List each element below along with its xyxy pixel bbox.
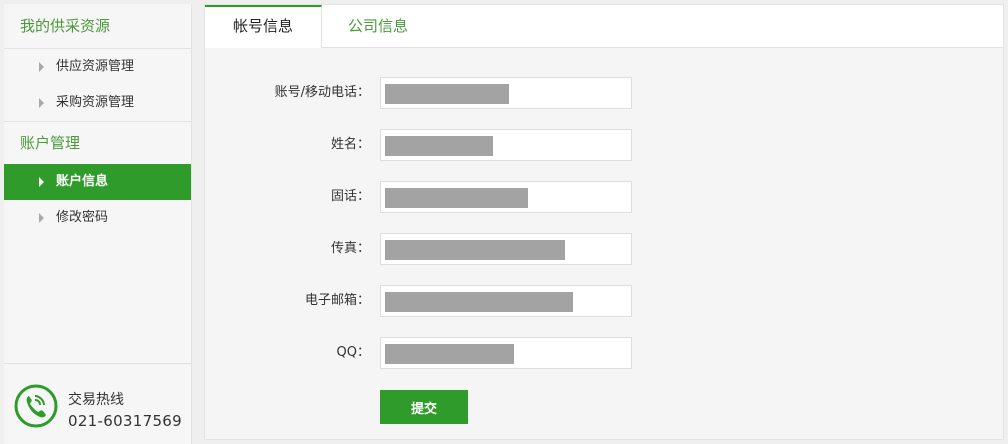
field-label-name: 姓名： bbox=[330, 137, 370, 152]
form-row-account: 账号/移动电话： bbox=[205, 77, 1005, 109]
sidebar-item-label: 账户信息 bbox=[56, 174, 109, 189]
redacted-value bbox=[385, 240, 565, 260]
hotline-number: 021-60317569 bbox=[68, 412, 182, 430]
form-row-email: 电子邮箱： bbox=[205, 285, 1005, 317]
triangle-right-icon bbox=[39, 98, 44, 108]
name-input[interactable] bbox=[380, 129, 632, 161]
sidebar-item-account-info[interactable]: 账户信息 bbox=[4, 164, 191, 200]
tab-bar: 帐号信息 公司信息 bbox=[205, 5, 1003, 48]
field-label-email: 电子邮箱： bbox=[304, 293, 370, 308]
tab-account-info[interactable]: 帐号信息 bbox=[205, 5, 322, 48]
form-row-qq: QQ： bbox=[205, 337, 1005, 369]
triangle-right-icon bbox=[39, 177, 44, 187]
landline-input[interactable] bbox=[380, 181, 632, 213]
email-input[interactable] bbox=[380, 285, 632, 317]
field-label-account: 账号/移动电话： bbox=[274, 85, 370, 100]
sidebar-item-purchase-resources[interactable]: 采购资源管理 bbox=[4, 85, 191, 122]
redacted-value bbox=[385, 136, 493, 156]
redacted-value bbox=[385, 344, 514, 364]
form-row-name: 姓名： bbox=[205, 129, 1005, 161]
account-phone-input[interactable] bbox=[380, 77, 632, 109]
sidebar: 我的供采资源 供应资源管理 采购资源管理 账户管理 账户信息 修改密码 交易热线… bbox=[4, 4, 192, 444]
form-row-landline: 固话： bbox=[205, 181, 1005, 213]
redacted-value bbox=[385, 292, 573, 312]
redacted-value bbox=[385, 188, 528, 208]
field-label-fax: 传真： bbox=[330, 241, 370, 256]
fax-input[interactable] bbox=[380, 233, 632, 265]
sidebar-item-supply-resources[interactable]: 供应资源管理 bbox=[4, 49, 191, 85]
sidebar-section-resources-title: 我的供采资源 bbox=[4, 4, 191, 49]
form-row-fax: 传真： bbox=[205, 233, 1005, 265]
sidebar-item-label: 修改密码 bbox=[56, 210, 109, 225]
sidebar-item-change-password[interactable]: 修改密码 bbox=[4, 200, 191, 236]
hotline-title: 交易热线 bbox=[68, 392, 124, 408]
sidebar-item-label: 供应资源管理 bbox=[56, 59, 135, 74]
hotline-panel: 交易热线 021-60317569 bbox=[4, 363, 191, 444]
field-label-qq: QQ： bbox=[336, 345, 370, 360]
field-label-landline: 固话： bbox=[330, 189, 370, 204]
triangle-right-icon bbox=[39, 62, 44, 72]
qq-input[interactable] bbox=[380, 337, 632, 369]
main-panel: 帐号信息 公司信息 账号/移动电话： 姓名： 固话： 传真： 电子邮箱： QQ： bbox=[204, 4, 1004, 440]
sidebar-section-account-title: 账户管理 bbox=[4, 122, 191, 164]
submit-button[interactable]: 提交 bbox=[380, 390, 468, 424]
phone-icon bbox=[14, 384, 58, 428]
triangle-right-icon bbox=[39, 213, 44, 223]
tab-company-info[interactable]: 公司信息 bbox=[321, 5, 435, 47]
sidebar-item-label: 采购资源管理 bbox=[56, 95, 135, 110]
redacted-value bbox=[385, 84, 509, 104]
